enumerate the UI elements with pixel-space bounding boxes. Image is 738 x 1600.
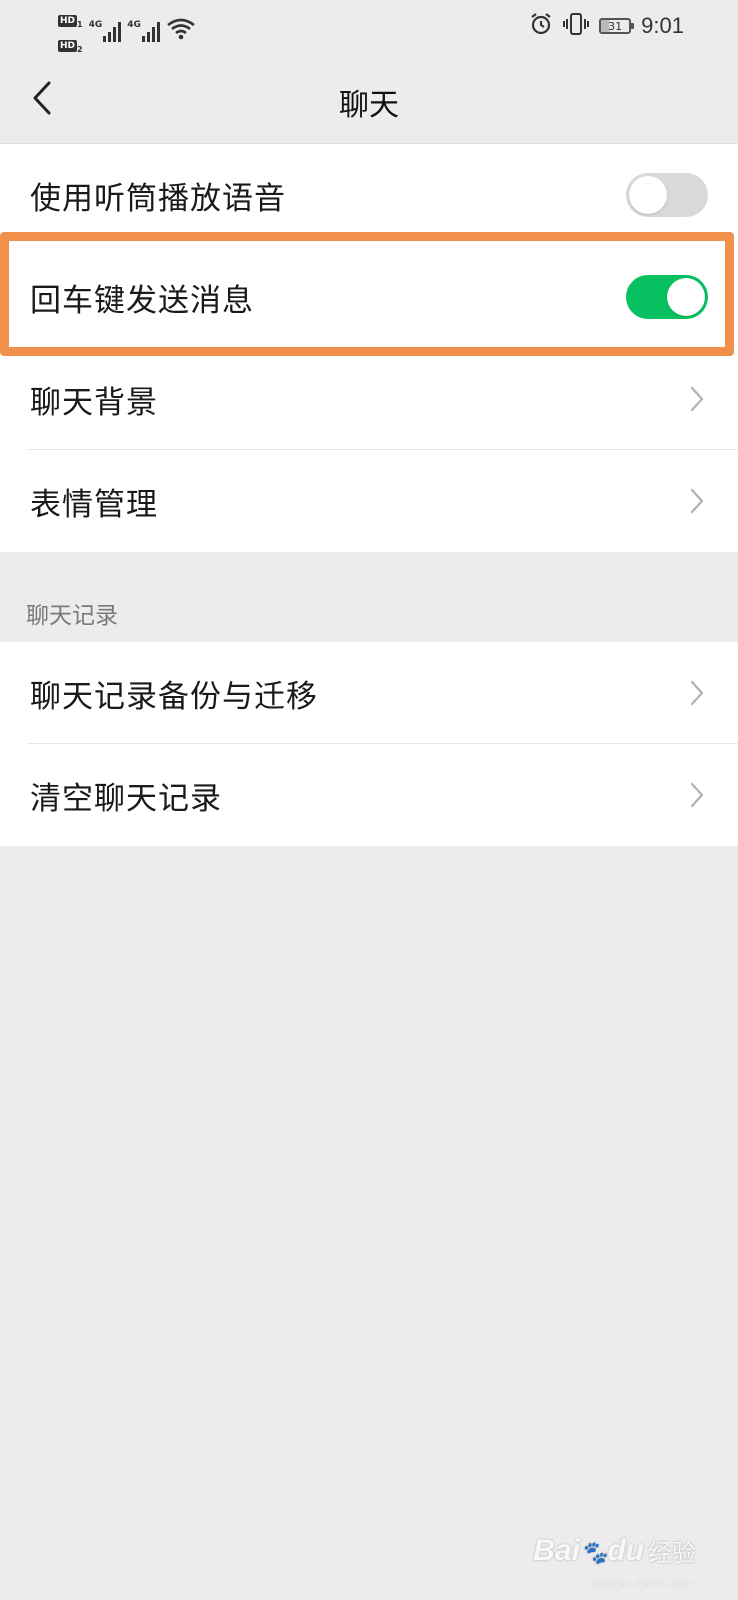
battery-icon: 31 (599, 18, 635, 34)
network-type-1: 4G (88, 20, 103, 31)
settings-group-general: 使用听筒播放语音 回车键发送消息 聊天背景 表情管理 (0, 144, 738, 552)
setting-label: 使用听筒播放语音 (30, 180, 286, 217)
watermark-url: jingyan.baidu.com (592, 1577, 694, 1590)
watermark-cn: 经验 (648, 1540, 696, 1567)
setting-row-backup-migrate[interactable]: 聊天记录备份与迁移 (0, 642, 738, 744)
section-header-chat-history: 聊天记录 (26, 603, 118, 629)
setting-label: 清空聊天记录 (30, 780, 222, 817)
setting-label: 聊天记录备份与迁移 (30, 678, 318, 715)
network-type-2: 4G (127, 20, 141, 31)
alarm-icon (529, 12, 553, 40)
watermark-brand-1: Bai (533, 1533, 580, 1567)
status-bar-right: 31 9:01 (529, 12, 684, 40)
wifi-icon (166, 18, 196, 44)
status-time: 9:01 (641, 13, 684, 38)
hd1-sub: 1 (77, 20, 83, 30)
chevron-right-icon (690, 386, 704, 412)
chevron-right-icon (690, 488, 704, 514)
battery-level: 31 (608, 19, 623, 33)
setting-label: 聊天背景 (30, 384, 158, 421)
status-bar-left: HD 1 HD 2 4G 4G (58, 8, 196, 54)
signal-icon-2: 4G (127, 20, 160, 43)
hd-voice-icon-1: HD 1 (58, 8, 83, 29)
page-title: 聊天 (339, 88, 399, 123)
hd2-sub: 2 (77, 45, 83, 55)
earpiece-voice-toggle[interactable] (626, 173, 708, 217)
watermark-brand-2: du (607, 1533, 644, 1567)
vibrate-icon (563, 12, 590, 40)
setting-label: 回车键发送消息 (30, 282, 254, 319)
hd-indicators: HD 1 HD 2 (58, 8, 83, 54)
signal-icon-1: 4G (88, 20, 122, 43)
toggle-knob (629, 176, 667, 214)
setting-row-enter-to-send[interactable]: 回车键发送消息 (0, 246, 738, 348)
chevron-right-icon (690, 680, 704, 706)
setting-row-sticker-management[interactable]: 表情管理 (0, 450, 738, 552)
navigation-bar: 聊天 (0, 56, 738, 144)
paw-icon: 🐾 (579, 1539, 608, 1565)
toggle-knob (667, 278, 705, 316)
setting-row-chat-background[interactable]: 聊天背景 (0, 348, 738, 450)
settings-group-chat-history: 聊天记录备份与迁移 清空聊天记录 (0, 642, 738, 846)
setting-row-earpiece-voice[interactable]: 使用听筒播放语音 (0, 144, 738, 246)
setting-label: 表情管理 (30, 486, 158, 523)
baidu-watermark: Bai🐾du 经验 (533, 1533, 696, 1568)
hd-voice-icon-2: HD 2 (58, 33, 83, 54)
hd1-label: HD (58, 15, 78, 27)
setting-row-clear-history[interactable]: 清空聊天记录 (0, 744, 738, 846)
enter-to-send-toggle[interactable] (626, 275, 708, 319)
hd2-label: HD (58, 40, 78, 53)
chevron-right-icon (690, 782, 704, 808)
watermark-brand: Bai🐾du (533, 1534, 644, 1568)
status-bar: HD 1 HD 2 4G 4G 31 9:01 (0, 0, 738, 56)
